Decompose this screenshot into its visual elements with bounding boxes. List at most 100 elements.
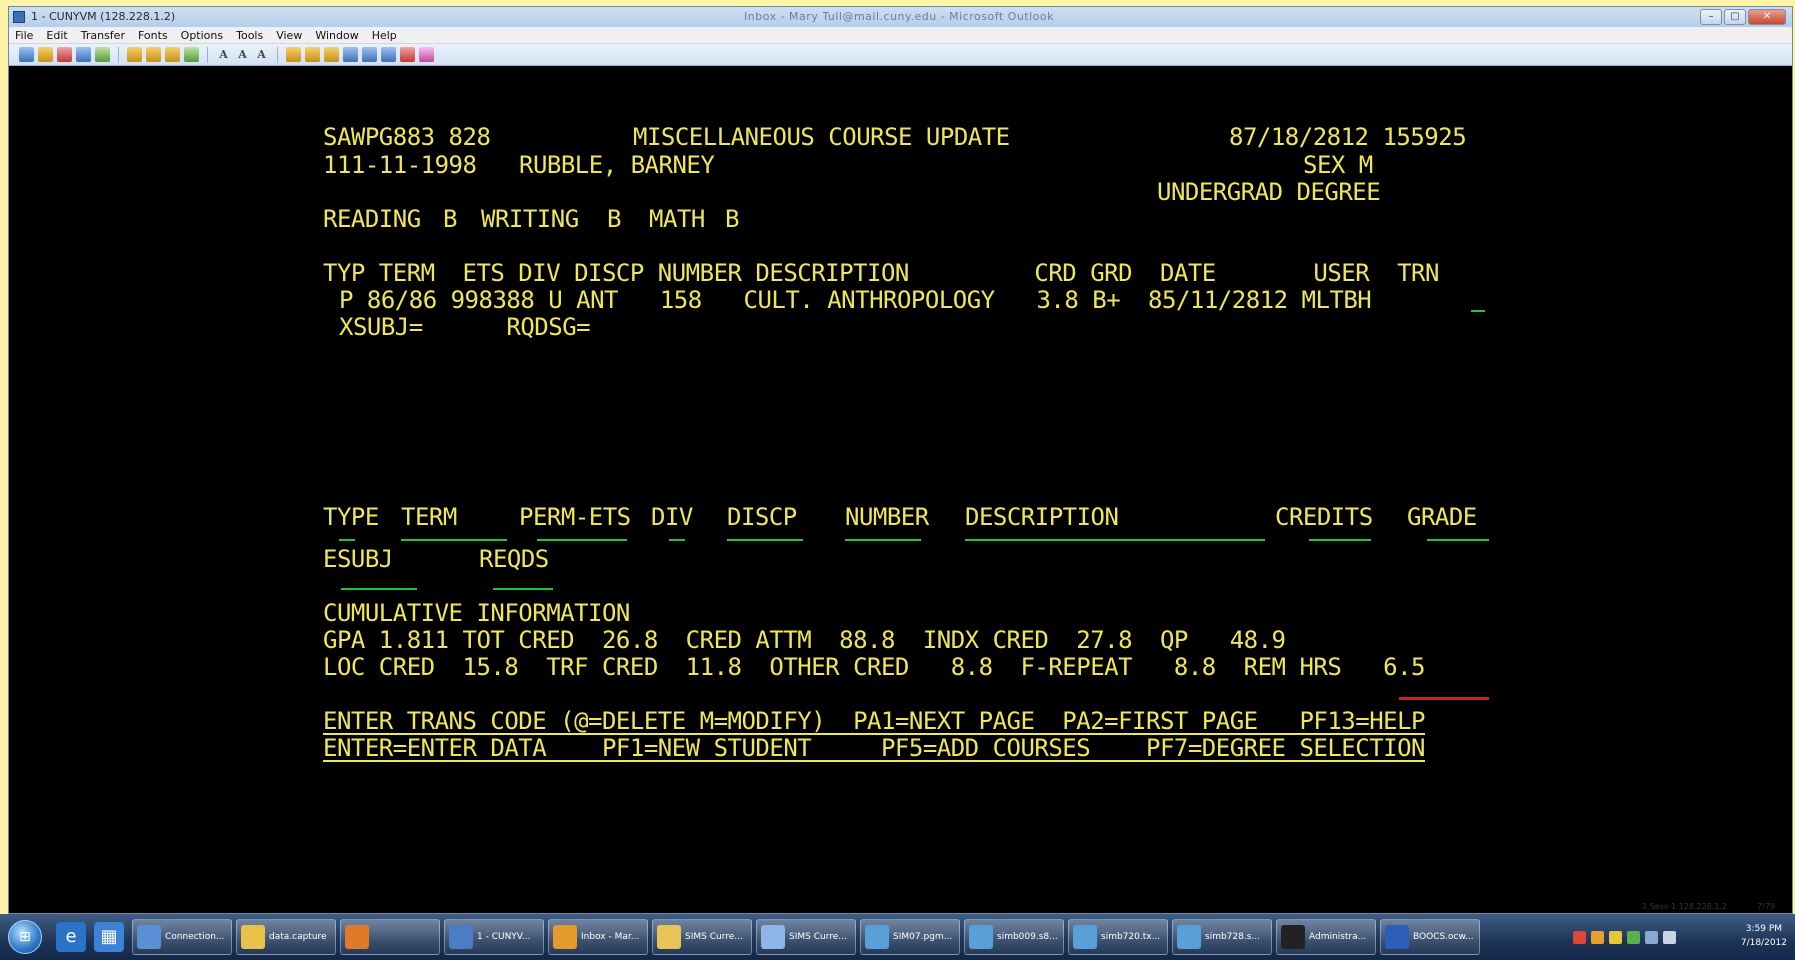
entry-term-label: TERM — [401, 503, 457, 531]
send-file-icon[interactable] — [286, 47, 301, 62]
connect-icon[interactable] — [19, 47, 34, 62]
cut-icon[interactable] — [127, 47, 142, 62]
taskbar-button[interactable]: Connection... — [132, 919, 232, 955]
status-line: 1 Sess-1 128.228.1.2 7/79 — [1642, 902, 1775, 911]
taskbar-button[interactable]: SIMS Curre... — [756, 919, 856, 955]
app-icon — [1177, 925, 1201, 949]
type-input[interactable] — [339, 539, 355, 541]
sync-icon[interactable] — [1627, 930, 1640, 944]
volume-icon[interactable] — [1663, 930, 1676, 944]
term-input[interactable] — [401, 539, 507, 541]
discp-input[interactable] — [727, 539, 803, 541]
taskbar-button[interactable]: SIM07.pgm... — [860, 919, 960, 955]
disconnect-icon[interactable] — [57, 47, 72, 62]
session-3-icon[interactable] — [381, 47, 396, 62]
course-row: P 86/86 998388 U ANT 158 CULT. ANTHROPOL… — [339, 286, 1372, 314]
macro-icon[interactable] — [184, 47, 199, 62]
div-input[interactable] — [669, 539, 685, 541]
copy-icon[interactable] — [146, 47, 161, 62]
student-id: 111-11-1998 — [323, 151, 477, 179]
perm-ets-input[interactable] — [537, 539, 627, 541]
toolbar: A A A — [9, 44, 1792, 66]
terminal-screen[interactable]: SAWPG883 828 MISCELLANEOUS COURSE UPDATE… — [9, 67, 1792, 913]
screen-icon[interactable] — [95, 47, 110, 62]
grade-input[interactable] — [1427, 539, 1489, 541]
font-medium-icon[interactable]: A — [235, 47, 250, 62]
menu-edit[interactable]: Edit — [46, 29, 67, 42]
internet-explorer-icon[interactable]: e — [56, 922, 86, 952]
update-icon[interactable] — [1609, 930, 1622, 944]
paste-icon[interactable] — [165, 47, 180, 62]
trn-code-field[interactable] — [1471, 310, 1485, 312]
flag-icon[interactable] — [1645, 930, 1658, 944]
number-input[interactable] — [845, 539, 921, 541]
open-folder-icon[interactable] — [38, 47, 53, 62]
math-value: B — [725, 205, 739, 233]
window-title: 1 - CUNYVM (128.228.1.2) — [31, 10, 176, 23]
title-bar[interactable]: 1 - CUNYVM (128.228.1.2) Inbox - Mary Tu… — [9, 7, 1792, 27]
cumulative-line-2: LOC CRED 15.8 TRF CRED 11.8 OTHER CRED 8… — [323, 653, 1426, 681]
taskbar-button[interactable]: simb009.s8... — [964, 919, 1064, 955]
header-datetime: 87/18/2812 155925 — [1229, 123, 1467, 151]
taskbar-button-label: SIM07.pgm... — [893, 932, 953, 942]
font-small-icon[interactable]: A — [254, 47, 269, 62]
print-icon[interactable] — [76, 47, 91, 62]
menu-fonts[interactable]: Fonts — [138, 29, 168, 42]
close-button[interactable]: ✕ — [1748, 9, 1786, 25]
transfer-icon[interactable] — [324, 47, 339, 62]
entry-number-label: NUMBER — [845, 503, 929, 531]
toolbar-divider — [118, 46, 119, 63]
app-icon — [241, 925, 265, 949]
font-large-icon[interactable]: A — [216, 47, 231, 62]
task-list: Connection... data.capture 1 - CUNYV... Inb… — [132, 919, 1480, 955]
menu-file[interactable]: File — [15, 29, 33, 42]
taskbar-button-label: simb720.tx... — [1101, 932, 1161, 942]
student-name: RUBBLE, BARNEY — [519, 151, 715, 179]
clock-time: 3:59 PM — [1745, 924, 1783, 934]
menu-view[interactable]: View — [276, 29, 302, 42]
menu-transfer[interactable]: Transfer — [81, 29, 125, 42]
session-2-icon[interactable] — [362, 47, 377, 62]
esubj-input[interactable] — [341, 588, 417, 590]
security-icon[interactable] — [1573, 930, 1586, 944]
app-icon — [761, 925, 785, 949]
writing-label: WRITING — [481, 205, 579, 233]
minimize-button[interactable]: – — [1700, 9, 1722, 25]
reqds-input[interactable] — [493, 588, 553, 590]
taskbar-button-label: Administra... — [1309, 932, 1367, 942]
screen-title: MISCELLANEOUS COURSE UPDATE — [633, 123, 1010, 151]
start-button[interactable]: ⊞ — [8, 920, 42, 954]
clock[interactable]: 3:59 PM 7/18/2012 — [1741, 922, 1787, 950]
background-window-title: Inbox - Mary Tull@mail.cuny.edu - Micros… — [744, 10, 1055, 23]
taskbar-button[interactable]: simb720.tx... — [1068, 919, 1168, 955]
program-id: SAWPG883 828 — [323, 123, 491, 151]
maximize-button[interactable]: ▢ — [1724, 9, 1746, 25]
entry-perm-ets-label: PERM-ETS — [519, 503, 631, 531]
menu-tools[interactable]: Tools — [236, 29, 263, 42]
system-tray: 3:59 PM 7/18/2012 — [1565, 914, 1795, 960]
description-input[interactable] — [965, 539, 1265, 541]
marker-icon[interactable] — [419, 47, 434, 62]
session-1-icon[interactable] — [343, 47, 358, 62]
return-icon[interactable] — [400, 47, 415, 62]
menu-window[interactable]: Window — [315, 29, 358, 42]
app-icon — [1073, 925, 1097, 949]
taskbar-button[interactable]: Inbox - Mar... — [548, 919, 648, 955]
menu-help[interactable]: Help — [372, 29, 397, 42]
control-panel-icon[interactable]: ▦ — [94, 922, 124, 952]
receive-file-icon[interactable] — [305, 47, 320, 62]
taskbar-button[interactable] — [340, 919, 440, 955]
entry-type-label: TYPE — [323, 503, 379, 531]
taskbar-button[interactable]: BOOCS.ocw... — [1380, 919, 1480, 955]
writing-value: B — [607, 205, 621, 233]
student-sex: SEX M — [1303, 151, 1373, 179]
network-icon[interactable] — [1591, 930, 1604, 944]
taskbar-button[interactable]: data.capture — [236, 919, 336, 955]
credits-input[interactable] — [1309, 539, 1371, 541]
taskbar-button[interactable]: simb728.s... — [1172, 919, 1272, 955]
taskbar-button[interactable]: SIMS Curre... — [652, 919, 752, 955]
menu-options[interactable]: Options — [181, 29, 223, 42]
taskbar-button[interactable]: 1 - CUNYV... — [444, 919, 544, 955]
taskbar-button-label: Connection... — [165, 932, 225, 942]
taskbar-button[interactable]: Administra... — [1276, 919, 1376, 955]
